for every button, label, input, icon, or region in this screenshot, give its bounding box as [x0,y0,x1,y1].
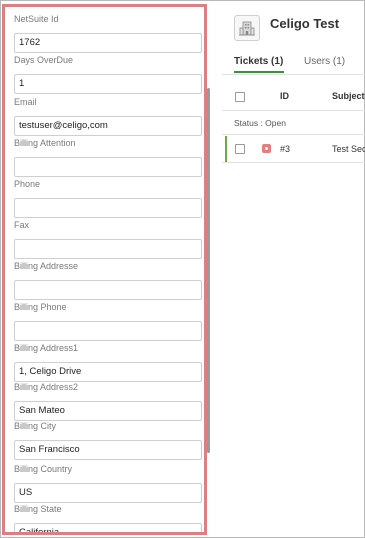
user-fields-panel: NetSuite Id 1762 Days OverDue 1 Email te… [2,4,207,535]
field-label: Days OverDue [14,55,74,65]
header-divider [222,110,365,111]
field-label: Billing State [14,504,62,514]
email-input[interactable]: testuser@celigo,com [14,116,202,136]
billing-address1-field: Billing Address1 1, Celigo Drive [14,342,202,382]
billing-address2-input[interactable]: San Mateo [14,401,202,421]
panel-scrollbar[interactable] [207,88,210,453]
billing-attention-input[interactable] [14,157,202,177]
fax-input[interactable] [14,239,202,259]
id-column-header[interactable]: ID [280,91,289,101]
billing-state-field: Billing State California [14,503,202,532]
netsuite-id-input[interactable]: 1762 [14,33,202,53]
field-label: Phone [14,179,41,189]
field-label: Fax [14,220,30,230]
tab-users[interactable]: Users (1) [304,56,345,67]
billing-address1-input[interactable]: 1, Celigo Drive [14,362,202,382]
status-group-label: Status : Open [234,118,286,128]
subject-column-header[interactable]: Subject [332,91,365,101]
ticket-subject[interactable]: Test Sec [332,144,365,154]
tab-tickets[interactable]: Tickets (1) [234,56,283,67]
billing-attention-field: Billing Attention [14,137,202,177]
field-label: Email [14,97,37,107]
field-label: Billing Address2 [14,382,79,392]
phone-field: Phone [14,178,202,218]
field-label: Billing Phone [14,302,67,312]
billing-phone-field: Billing Phone [14,301,202,341]
row-divider [222,162,365,163]
phone-input[interactable] [14,198,202,218]
billing-state-input[interactable]: California [14,523,202,532]
field-label: Billing Country [14,464,73,474]
netsuite-id-field: NetSuite Id 1762 [14,13,202,53]
billing-country-field: Billing Country US [14,463,202,503]
days-overdue-input[interactable]: 1 [14,74,202,94]
building-icon [234,15,260,41]
days-overdue-field: Days OverDue 1 [14,54,202,94]
group-divider [222,134,365,135]
billing-city-field: Billing City San Francisco [14,420,202,460]
ticket-id[interactable]: #3 [280,144,290,154]
tab-divider [222,74,365,75]
field-label: NetSuite Id [14,14,59,24]
billing-country-input[interactable]: US [14,483,202,503]
billing-addresse-field: Billing Addresse [14,260,202,300]
billing-address2-field: Billing Address2 San Mateo [14,381,202,421]
row-checkbox[interactable] [235,144,245,154]
field-label: Billing City [14,421,57,431]
row-accent [225,136,227,162]
field-label: Billing Attention [14,138,76,148]
priority-icon [262,144,271,153]
select-all-checkbox[interactable] [235,92,245,102]
active-tab-indicator [234,71,284,73]
field-label: Billing Address1 [14,343,79,353]
organization-view: Celigo Test Tickets (1) Users (1) ID Sub… [222,0,365,538]
billing-phone-input[interactable] [14,321,202,341]
billing-addresse-input[interactable] [14,280,202,300]
fax-field: Fax [14,219,202,259]
email-field: Email testuser@celigo,com [14,96,202,136]
billing-city-input[interactable]: San Francisco [14,440,202,460]
field-label: Billing Addresse [14,261,79,271]
organization-name: Celigo Test [270,16,340,31]
